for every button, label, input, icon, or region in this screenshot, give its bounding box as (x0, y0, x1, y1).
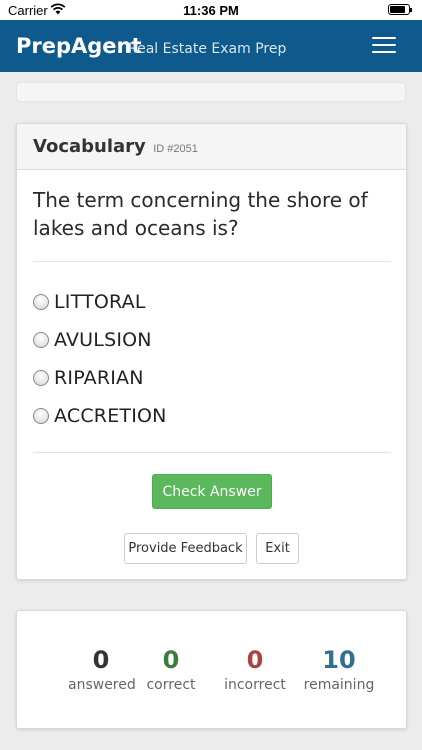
radio-button[interactable] (33, 294, 49, 310)
stat-correct: 0 correct (143, 645, 199, 693)
correct-count: 0 (162, 646, 180, 674)
radio-button[interactable] (33, 408, 49, 424)
battery-icon (388, 4, 412, 15)
stat-incorrect: 0 incorrect (219, 645, 291, 693)
answer-option-label: LITTORAL (54, 291, 146, 313)
divider (33, 261, 391, 262)
answer-option-label: ACCRETION (54, 405, 167, 427)
check-answer-button[interactable]: Check Answer (152, 474, 272, 509)
radio-button[interactable] (33, 332, 49, 348)
card-header: Vocabulary ID #2051 (17, 124, 406, 170)
remaining-label: remaining (303, 677, 375, 693)
question-id: ID #2051 (153, 143, 198, 155)
stat-remaining: 10 remaining (301, 645, 377, 693)
remaining-count: 10 (322, 646, 356, 674)
question-card: Vocabulary ID #2051 The term concerning … (16, 123, 407, 580)
answer-option[interactable]: AVULSION (33, 327, 152, 353)
provide-feedback-button[interactable]: Provide Feedback (124, 533, 247, 564)
brand-subtitle: Real Estate Exam Prep (128, 41, 287, 57)
status-bar: Carrier 11:36 PM (0, 0, 422, 20)
brand-logo[interactable]: PrepAgent (16, 34, 142, 58)
progress-bar (16, 82, 406, 102)
navbar: PrepAgent Real Estate Exam Prep (0, 20, 422, 72)
incorrect-label: incorrect (224, 677, 286, 693)
answer-option-label: AVULSION (54, 329, 152, 351)
radio-button[interactable] (33, 370, 49, 386)
answered-count: 0 (92, 646, 110, 674)
clock: 11:36 PM (183, 3, 239, 18)
correct-label: correct (146, 677, 196, 693)
stat-answered: 0 answered (68, 645, 136, 693)
incorrect-count: 0 (246, 646, 264, 674)
answer-option[interactable]: RIPARIAN (33, 365, 144, 391)
hamburger-menu-icon[interactable] (372, 37, 396, 55)
question-category: Vocabulary (33, 136, 146, 157)
exit-button[interactable]: Exit (256, 533, 299, 564)
divider (33, 452, 391, 453)
stats-card: 0 answered 0 correct 0 incorrect 10 rema… (16, 610, 407, 729)
answer-option[interactable]: ACCRETION (33, 403, 167, 429)
answer-option-label: RIPARIAN (54, 367, 144, 389)
question-text: The term concerning the shore of lakes a… (33, 188, 368, 240)
answer-option[interactable]: LITTORAL (33, 289, 146, 315)
answered-label: answered (68, 677, 136, 693)
